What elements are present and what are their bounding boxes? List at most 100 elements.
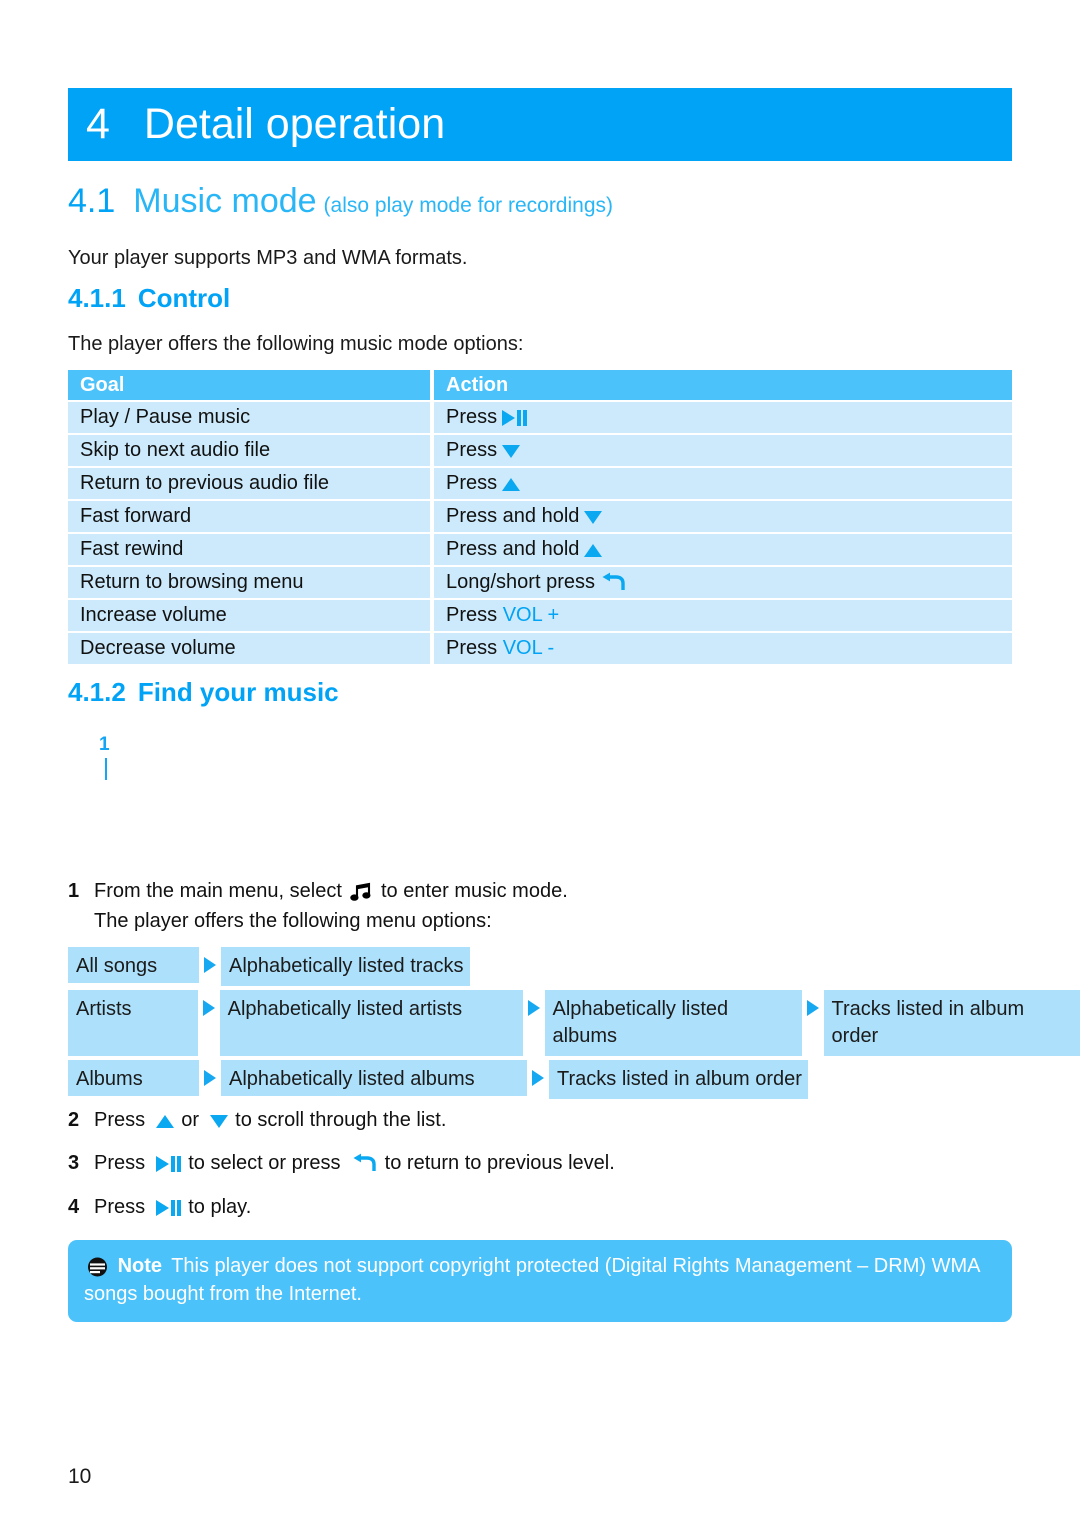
action-text: Press bbox=[446, 406, 498, 428]
cell-goal: Increase volume bbox=[68, 598, 430, 631]
step-2-text-middle: or bbox=[181, 1109, 200, 1131]
step-text: Press to play. bbox=[94, 1196, 251, 1219]
up-arrow-icon bbox=[155, 1113, 174, 1129]
step-number: 2 bbox=[68, 1109, 80, 1131]
flow-arrow-icon bbox=[198, 990, 220, 1056]
table-row: Increase volume Press VOL + bbox=[68, 598, 1012, 631]
section-title: Music mode bbox=[133, 182, 317, 220]
flow-box: All songs bbox=[68, 947, 199, 983]
flow-box: Artists bbox=[68, 990, 198, 1056]
down-arrow-icon bbox=[584, 509, 603, 525]
step-item-2: 2 Press or to scroll through the list. bbox=[68, 1109, 446, 1132]
flow-arrow-icon bbox=[199, 947, 221, 986]
step-text: Press to select or press to return to pr… bbox=[94, 1152, 615, 1175]
callout-leader-line bbox=[105, 758, 107, 780]
cell-goal: Decrease volume bbox=[68, 631, 430, 664]
cell-goal: Return to browsing menu bbox=[68, 565, 430, 598]
flow-arrow-icon bbox=[802, 990, 824, 1056]
table-header-row: Goal Action bbox=[68, 370, 1012, 400]
cell-action: Press VOL + bbox=[434, 598, 1012, 631]
cell-action: Press VOL - bbox=[434, 631, 1012, 664]
cell-goal: Fast forward bbox=[68, 499, 430, 532]
step-1-text-line2: The player offers the following menu opt… bbox=[94, 910, 492, 932]
flow-box: Albums bbox=[68, 1060, 199, 1096]
cell-goal: Fast rewind bbox=[68, 532, 430, 565]
section-heading-music-mode: 4.1 Music mode (also play mode for recor… bbox=[68, 182, 613, 221]
control-table-intro: The player offers the following music mo… bbox=[68, 333, 524, 355]
action-text: Press bbox=[446, 604, 498, 626]
table-row: Skip to next audio file Press bbox=[68, 433, 1012, 466]
step-4-text-after: to play. bbox=[188, 1196, 252, 1218]
section-number: 4.1 bbox=[68, 182, 116, 220]
table-row: Return to browsing menu Long/short press bbox=[68, 565, 1012, 598]
action-text: Press bbox=[446, 472, 498, 494]
section-subtitle: (also play mode for recordings) bbox=[323, 194, 614, 217]
flow-box: Alphabetically listed tracks bbox=[221, 947, 470, 986]
chapter-title-bar: 4 Detail operation bbox=[68, 88, 1012, 161]
note-info-icon bbox=[87, 1257, 109, 1277]
play-pause-icon bbox=[155, 1199, 182, 1217]
step-3-text-after: to return to previous level. bbox=[384, 1152, 615, 1174]
cell-goal: Play / Pause music bbox=[68, 400, 430, 433]
play-pause-icon bbox=[502, 409, 528, 427]
flow-box: Tracks listed in album order bbox=[549, 1060, 808, 1099]
cell-action: Press and hold bbox=[434, 499, 1012, 532]
step-item-3: 3 Press to select or press to return to … bbox=[68, 1152, 615, 1175]
page-number: 10 bbox=[68, 1465, 92, 1488]
subsection-number-find: 4.1.2 bbox=[68, 677, 126, 707]
cell-action: Long/short press bbox=[434, 565, 1012, 598]
step-3-text-before: Press bbox=[94, 1152, 146, 1174]
action-key-label: VOL - bbox=[502, 637, 555, 659]
flow-row-all-songs: All songs Alphabetically listed tracks bbox=[68, 947, 1080, 986]
step-item-1: 1 From the main menu, select to enter mu… bbox=[68, 880, 568, 933]
step-number: 1 bbox=[68, 880, 80, 902]
table-row: Decrease volume Press VOL - bbox=[68, 631, 1012, 664]
up-arrow-icon bbox=[584, 542, 603, 558]
section-intro-text: Your player supports MP3 and WMA formats… bbox=[68, 247, 468, 269]
step-1-text-before: From the main menu, select bbox=[94, 880, 342, 902]
note-label: Note bbox=[117, 1255, 163, 1277]
action-text: Press bbox=[446, 439, 498, 461]
control-options-table: Goal Action Play / Pause music Press Skip … bbox=[68, 370, 1012, 664]
table-row: Fast rewind Press and hold bbox=[68, 532, 1012, 565]
callout-marker-1: 1 bbox=[99, 734, 110, 755]
step-2-text-after: to scroll through the list. bbox=[235, 1109, 447, 1131]
flow-row-albums: Albums Alphabetically listed albums Trac… bbox=[68, 1060, 1080, 1099]
flow-box: Alphabetically listed artists bbox=[219, 990, 523, 1056]
action-text: Press and hold bbox=[446, 505, 580, 527]
flow-box: Alphabetically listed albums bbox=[544, 990, 802, 1056]
cell-action: Press bbox=[434, 433, 1012, 466]
subsection-heading-find-your-music: 4.1.2 Find your music bbox=[68, 677, 339, 708]
flow-box: Tracks listed in album order bbox=[823, 990, 1080, 1056]
cell-action: Press bbox=[434, 400, 1012, 433]
play-pause-icon bbox=[155, 1155, 182, 1173]
subsection-title-find: Find your music bbox=[137, 677, 339, 707]
note-text: This player does not support copyright p… bbox=[84, 1255, 980, 1306]
action-key-label: VOL + bbox=[502, 604, 560, 626]
menu-options-flowchart: All songs Alphabetically listed tracks A… bbox=[68, 947, 1080, 1103]
chapter-title: Detail operation bbox=[143, 100, 446, 148]
subsection-title-control: Control bbox=[137, 283, 231, 313]
subsection-number-control: 4.1.1 bbox=[68, 283, 126, 313]
cell-action: Press bbox=[434, 466, 1012, 499]
table-row: Play / Pause music Press bbox=[68, 400, 1012, 433]
step-number: 4 bbox=[68, 1196, 80, 1218]
flow-arrow-icon bbox=[199, 1060, 221, 1099]
back-arrow-icon bbox=[601, 572, 627, 594]
flow-arrow-icon bbox=[523, 990, 545, 1056]
flow-arrow-icon bbox=[527, 1060, 549, 1099]
step-2-text-before: Press bbox=[94, 1109, 146, 1131]
cell-goal: Skip to next audio file bbox=[68, 433, 430, 466]
back-arrow-icon bbox=[352, 1153, 378, 1175]
cell-action: Press and hold bbox=[434, 532, 1012, 565]
down-arrow-icon bbox=[502, 443, 521, 459]
table-row: Fast forward Press and hold bbox=[68, 499, 1012, 532]
note-callout-box: Note This player does not support copyri… bbox=[68, 1240, 1012, 1322]
action-text: Press and hold bbox=[446, 538, 580, 560]
step-text: Press or to scroll through the list. bbox=[94, 1109, 446, 1132]
step-text: From the main menu, select to enter musi… bbox=[94, 880, 568, 933]
step-1-text-after: to enter music mode. bbox=[381, 880, 568, 902]
step-3-text-middle: to select or press bbox=[188, 1152, 341, 1174]
column-header-action: Action bbox=[434, 370, 1012, 400]
flow-box: Alphabetically listed albums bbox=[221, 1060, 527, 1096]
